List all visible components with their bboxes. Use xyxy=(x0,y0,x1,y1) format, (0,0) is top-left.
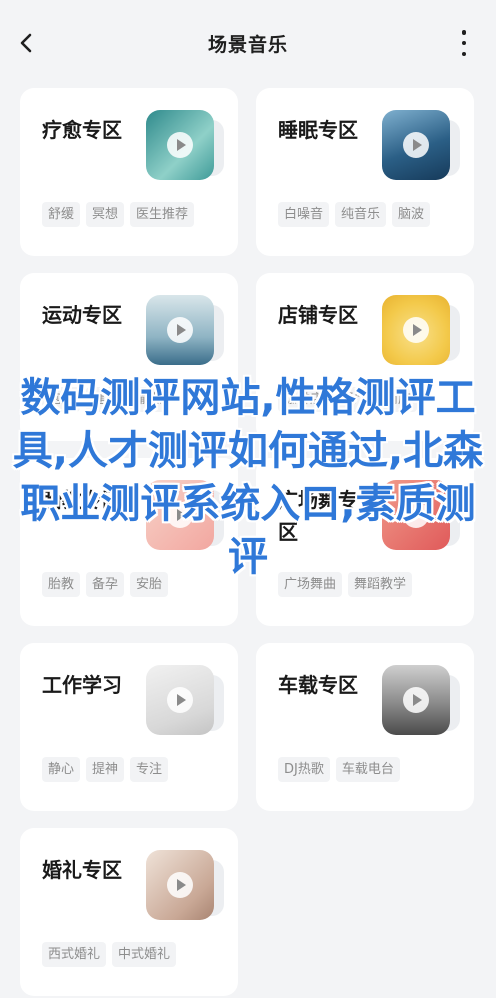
play-icon xyxy=(403,132,429,158)
card-title: 广场舞专区 xyxy=(278,488,358,544)
tag[interactable]: 西式婚礼 xyxy=(42,942,107,967)
card-title: 店铺专区 xyxy=(278,303,358,327)
card-thumbnail[interactable] xyxy=(382,295,450,365)
tag-list: 胎教 备孕 安胎 xyxy=(42,572,169,597)
play-icon xyxy=(167,317,193,343)
card-thumbnail[interactable] xyxy=(146,850,214,920)
tag[interactable]: 跑步 xyxy=(42,387,81,412)
tag-list: 西式婚礼 中式婚礼 xyxy=(42,942,177,967)
scene-card-sleep[interactable]: 睡眠专区 白噪音 纯音乐 脑波 xyxy=(256,88,474,256)
scene-card-sports[interactable]: 运动专区 跑步 健身 瑜伽 xyxy=(20,273,238,441)
scene-card-wedding[interactable]: 婚礼专区 西式婚礼 中式婚礼 xyxy=(20,828,238,996)
play-icon xyxy=(167,502,193,528)
tag[interactable]: 餐厅 xyxy=(335,387,374,412)
card-thumbnail[interactable] xyxy=(146,480,214,550)
play-icon xyxy=(403,502,429,528)
tag[interactable]: 提神 xyxy=(86,757,125,782)
play-icon xyxy=(403,687,429,713)
card-thumbnail[interactable] xyxy=(382,110,450,180)
scene-card-car[interactable]: 车载专区 DJ热歌 车载电台 xyxy=(256,643,474,811)
more-options-button[interactable] xyxy=(454,28,474,58)
tag-list: DJ热歌 车载电台 xyxy=(278,757,400,782)
tag[interactable]: 健身 xyxy=(86,387,125,412)
tag-list: 静心 提神 专注 xyxy=(42,757,169,782)
card-title: 车载专区 xyxy=(278,673,358,697)
scene-card-healing[interactable]: 疗愈专区 舒缓 冥想 医生推荐 xyxy=(20,88,238,256)
tag[interactable]: 静心 xyxy=(42,757,81,782)
tag[interactable]: 商店 xyxy=(379,387,418,412)
card-thumbnail[interactable] xyxy=(146,110,214,180)
card-thumbnail[interactable] xyxy=(382,665,450,735)
play-icon xyxy=(403,317,429,343)
tag[interactable]: 车载电台 xyxy=(335,757,400,782)
card-title: 胎教专区 xyxy=(42,488,122,512)
scene-card-prenatal[interactable]: 胎教专区 胎教 备孕 安胎 xyxy=(20,458,238,626)
tag[interactable]: 纯音乐 xyxy=(335,202,387,227)
tag[interactable]: 备孕 xyxy=(86,572,125,597)
tag-list: 白噪音 纯音乐 脑波 xyxy=(278,202,431,227)
tag[interactable]: 舞蹈教学 xyxy=(348,572,413,597)
card-thumbnail[interactable] xyxy=(146,665,214,735)
scene-card-work-study[interactable]: 工作学习 静心 提神 专注 xyxy=(20,643,238,811)
more-dot-icon xyxy=(461,30,467,35)
header-bar: 场景音乐 xyxy=(0,0,496,84)
tag[interactable]: 医生推荐 xyxy=(130,202,195,227)
page-title: 场景音乐 xyxy=(207,34,288,56)
tag[interactable]: DJ热歌 xyxy=(278,757,330,782)
card-title: 婚礼专区 xyxy=(42,858,122,882)
tag-list: 跑步 健身 瑜伽 xyxy=(42,387,169,412)
tag-list: 广场舞曲 舞蹈教学 xyxy=(278,572,413,597)
tag[interactable]: 瑜伽 xyxy=(130,387,169,412)
scene-card-store[interactable]: 店铺专区 咖啡店 餐厅 商店 xyxy=(256,273,474,441)
play-icon xyxy=(167,872,193,898)
tag[interactable]: 安胎 xyxy=(130,572,169,597)
card-title: 运动专区 xyxy=(42,303,122,327)
tag[interactable]: 舒缓 xyxy=(42,202,81,227)
tag[interactable]: 白噪音 xyxy=(278,202,330,227)
tag-list: 咖啡店 餐厅 商店 xyxy=(278,387,418,412)
card-thumbnail[interactable] xyxy=(382,480,450,550)
tag[interactable]: 专注 xyxy=(130,757,169,782)
play-icon xyxy=(167,687,193,713)
tag[interactable]: 中式婚礼 xyxy=(112,942,177,967)
tag[interactable]: 胎教 xyxy=(42,572,81,597)
scene-card-square-dance[interactable]: 广场舞专区 广场舞曲 舞蹈教学 xyxy=(256,458,474,626)
tag[interactable]: 脑波 xyxy=(392,202,431,227)
play-icon xyxy=(167,132,193,158)
tag-list: 舒缓 冥想 医生推荐 xyxy=(42,202,195,227)
more-dot-icon xyxy=(461,40,467,46)
card-title: 工作学习 xyxy=(42,673,122,697)
card-thumbnail[interactable] xyxy=(146,295,214,365)
tag[interactable]: 咖啡店 xyxy=(278,387,330,412)
card-title: 睡眠专区 xyxy=(278,118,358,142)
tag[interactable]: 冥想 xyxy=(86,202,125,227)
tag[interactable]: 广场舞曲 xyxy=(278,572,343,597)
card-title: 疗愈专区 xyxy=(42,118,122,142)
more-dot-icon xyxy=(461,51,467,56)
